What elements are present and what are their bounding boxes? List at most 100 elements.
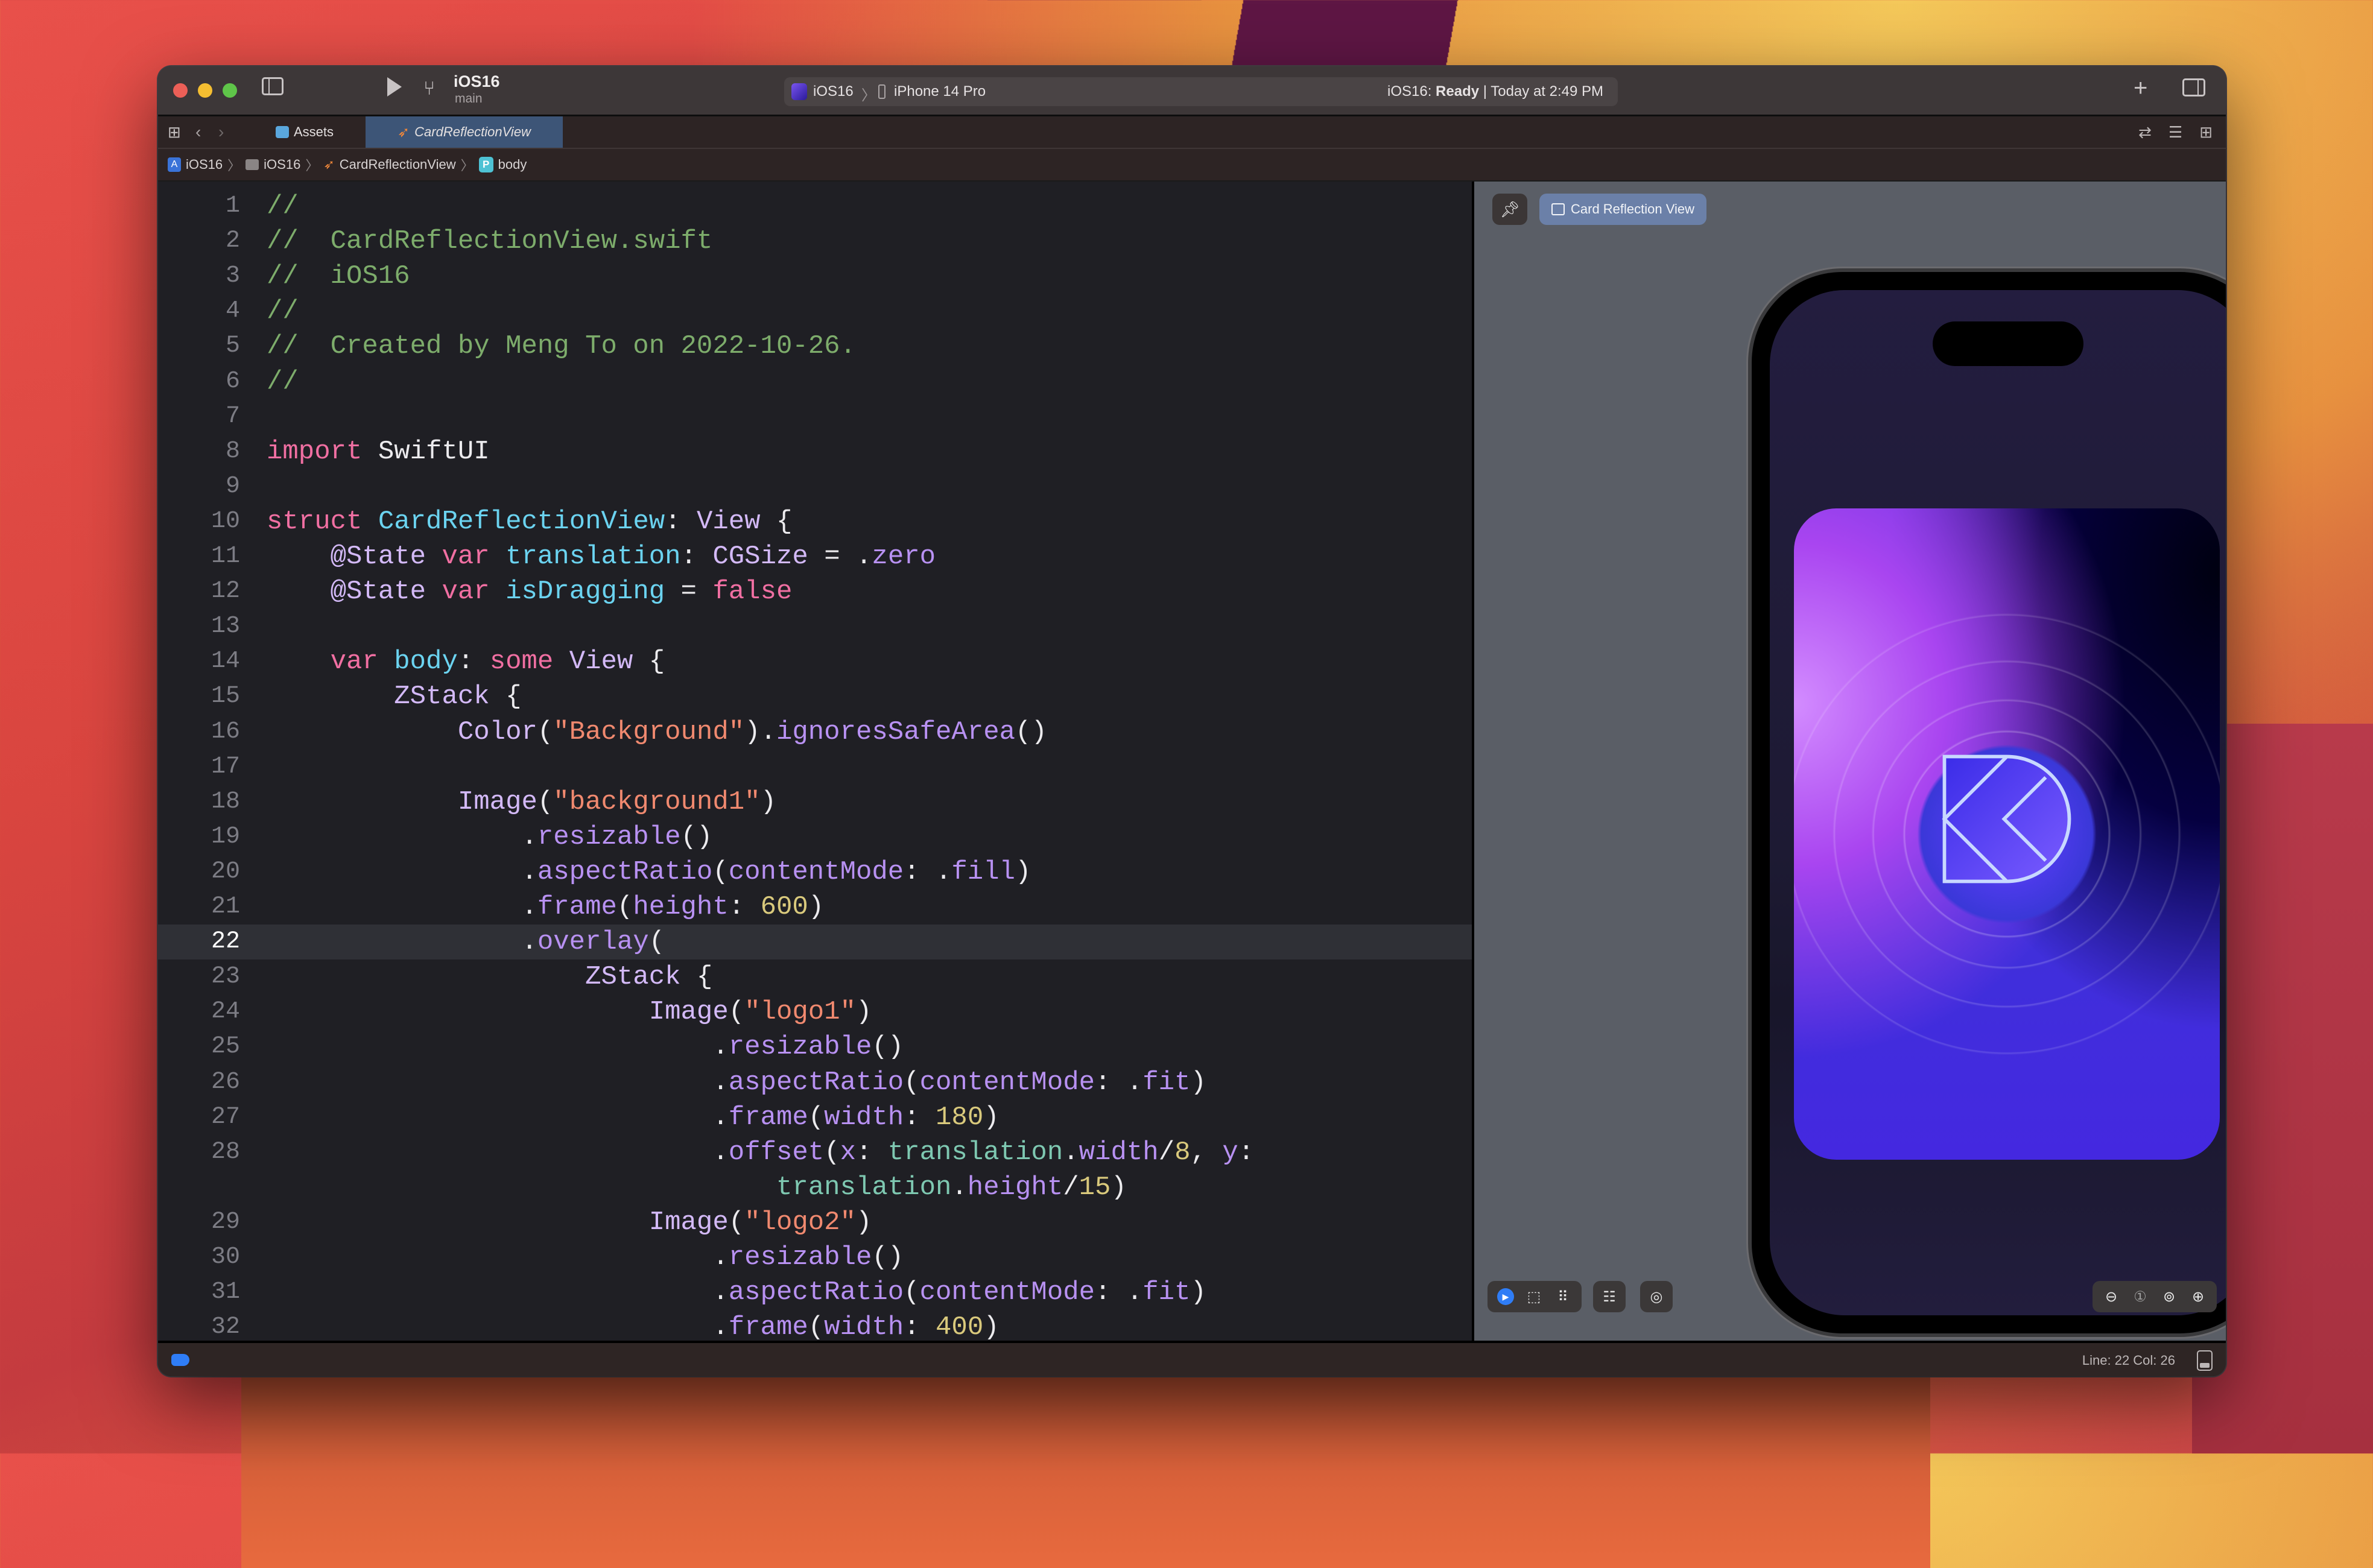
code-line[interactable]: 20 .aspectRatio(contentMode: .fill)	[158, 855, 1472, 890]
live-preview-button[interactable]: ▶	[1497, 1288, 1514, 1305]
back-arrow-icon[interactable]: ‹	[195, 116, 201, 148]
line-number: 15	[211, 683, 240, 710]
phone-screen[interactable]	[1770, 290, 2226, 1315]
inspector-toggle-icon[interactable]	[2182, 78, 2205, 96]
debug-area-toggle-icon[interactable]	[2197, 1350, 2213, 1371]
debug-area-indicator[interactable]	[171, 1354, 189, 1366]
code-token: )	[1190, 1277, 1206, 1308]
code-line[interactable]: 24 Image("logo1")	[158, 994, 1472, 1029]
zoom-actual-size-icon[interactable]: ①	[2131, 1288, 2149, 1306]
run-button[interactable]	[387, 77, 402, 96]
breadcrumb-symbol[interactable]: P body	[478, 157, 527, 172]
preview-selector[interactable]: Card Reflection View	[1539, 194, 1707, 225]
tab-label: Assets	[294, 124, 334, 139]
code-line[interactable]: 29 Image("logo2")	[158, 1205, 1472, 1240]
grid-icon[interactable]: ⊞	[168, 116, 181, 148]
code-line[interactable]: 27 .frame(width: 180)	[158, 1100, 1472, 1135]
code-line[interactable]: 28 .offset(x: translation.width/8, y:	[158, 1135, 1472, 1170]
code-token: (	[808, 1312, 825, 1341]
code-token: .	[267, 1312, 729, 1341]
tab-assets[interactable]: Assets	[276, 116, 334, 148]
code-text: .aspectRatio(contentMode: .fit)	[267, 1065, 1206, 1100]
code-line[interactable]: 7	[158, 399, 1472, 434]
code-line[interactable]: 31 .aspectRatio(contentMode: .fit)	[158, 1275, 1472, 1310]
code-token: fill	[951, 856, 1016, 887]
zoom-in-icon[interactable]: ⊕	[2189, 1288, 2207, 1306]
line-number: 6	[225, 367, 240, 395]
code-token: .	[1063, 1137, 1079, 1168]
code-line[interactable]: 30 .resizable()	[158, 1240, 1472, 1275]
code-token: import	[267, 436, 363, 467]
variants-button[interactable]: ⠿	[1554, 1288, 1572, 1306]
code-line[interactable]: 4 //	[158, 294, 1472, 329]
line-number: 1	[225, 192, 240, 220]
device-selector-button[interactable]: ◎	[1640, 1281, 1673, 1312]
code-line[interactable]: 9	[158, 469, 1472, 504]
breadcrumb-folder[interactable]: iOS16	[246, 157, 300, 172]
code-line[interactable]: 8 import SwiftUI	[158, 434, 1472, 469]
add-library-icon[interactable]: +	[2134, 75, 2147, 102]
tab-cardreflectionview[interactable]: ➶ CardReflectionView	[366, 116, 563, 148]
code-line[interactable]: 3 // iOS16	[158, 259, 1472, 294]
code-token: .	[267, 1137, 729, 1168]
breadcrumb-project[interactable]: A iOS16	[168, 157, 223, 172]
code-line[interactable]: 32 .frame(width: 400)	[158, 1310, 1472, 1341]
asset-catalog-icon	[276, 126, 289, 138]
code-token: var	[442, 542, 490, 572]
selectable-mode-button[interactable]: ⬚	[1525, 1288, 1543, 1306]
code-token: Color	[457, 716, 537, 747]
add-editor-icon[interactable]: ⊞	[2199, 123, 2213, 142]
reflection-card[interactable]	[1794, 508, 2220, 1160]
breadcrumb-file[interactable]: ➶ CardReflectionView	[323, 157, 455, 172]
code-line[interactable]: 14 var body: some View {	[158, 644, 1472, 679]
code-line[interactable]: 23 ZStack {	[158, 959, 1472, 994]
code-line[interactable]: 25 .resizable()	[158, 1029, 1472, 1064]
code-token: CardReflectionView	[378, 506, 665, 537]
code-line[interactable]: 6 //	[158, 364, 1472, 399]
navigator-toggle-icon[interactable]	[262, 77, 284, 95]
source-editor[interactable]: 1//2// CardReflectionView.swift 3// iOS16…	[158, 182, 1472, 1341]
project-name[interactable]: iOS16	[454, 72, 500, 91]
pin-preview-button[interactable]: 📌︎	[1492, 194, 1527, 225]
code-text: @State var translation: CGSize = .zero	[267, 539, 936, 574]
code-token: some	[489, 646, 554, 677]
zoom-to-fit-icon[interactable]: ⊚	[2160, 1288, 2178, 1306]
code-line[interactable]: 19 .resizable()	[158, 820, 1472, 855]
code-token: width	[1079, 1137, 1159, 1168]
close-window-button[interactable]	[173, 83, 188, 98]
zoom-window-button[interactable]	[223, 83, 237, 98]
minimize-window-button[interactable]	[198, 83, 212, 98]
code-token: aspectRatio	[728, 1067, 904, 1098]
code-line[interactable]: 2 // CardReflectionView.swift	[158, 224, 1472, 259]
swift-icon: ➶	[398, 124, 410, 141]
code-line[interactable]: 11 @State var translation: CGSize = .zer…	[158, 539, 1472, 574]
code-line[interactable]: 22 .overlay(	[158, 925, 1472, 960]
code-line[interactable]: 21 .frame(height: 600)	[158, 890, 1472, 925]
code-line[interactable]: 5 // Created by Meng To on 2022-10-26.	[158, 329, 1472, 364]
device-settings-button[interactable]: ☷	[1593, 1281, 1626, 1312]
editor-options-icon[interactable]: ☰	[2169, 123, 2182, 142]
code-line[interactable]: 16 Color("Background").ignoresSafeArea()	[158, 715, 1472, 750]
code-line[interactable]: 1 //	[158, 189, 1472, 224]
destination-selector[interactable]: iPhone 14 Pro	[894, 83, 986, 100]
code-line[interactable]: 12 @State var isDragging = false	[158, 574, 1472, 609]
code-line[interactable]: 10 struct CardReflectionView: View {	[158, 504, 1472, 539]
line-number: 14	[211, 648, 240, 675]
forward-arrow-icon[interactable]: ›	[218, 116, 224, 148]
code-token: .	[267, 892, 537, 922]
code-line[interactable]: 26 .aspectRatio(contentMode: .fit)	[158, 1065, 1472, 1100]
code-line[interactable]: 13	[158, 609, 1472, 644]
zoom-out-icon[interactable]: ⊖	[2102, 1288, 2120, 1306]
code-token: )	[855, 997, 872, 1028]
scheme-selector[interactable]: iOS16	[813, 83, 854, 100]
project-icon: A	[168, 157, 181, 172]
code-line[interactable]: 15 ZStack {	[158, 679, 1472, 714]
code-line[interactable]: 18 Image("background1")	[158, 785, 1472, 820]
line-number: 31	[211, 1279, 240, 1306]
code-line[interactable]: translation.height/15)	[158, 1170, 1472, 1205]
line-number: 20	[211, 858, 240, 885]
related-items-icon[interactable]: ⇄	[2138, 123, 2152, 142]
code-line[interactable]: 17	[158, 750, 1472, 785]
